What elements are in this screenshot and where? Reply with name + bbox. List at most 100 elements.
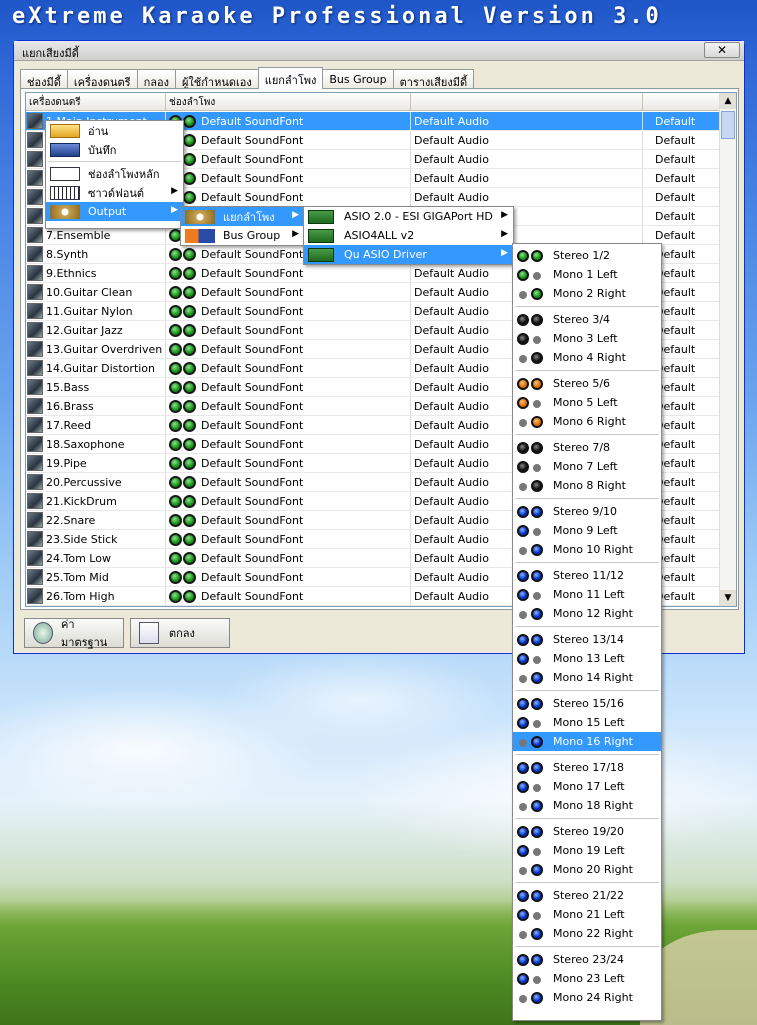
port-item[interactable]: Stereo 7/8 (513, 438, 661, 457)
menu-item-bus-group[interactable]: Bus Group ▶ (181, 226, 304, 245)
tab-6[interactable]: ตารางเสียงมีดี้ (392, 69, 475, 89)
header-speaker[interactable]: ช่องลำโพง (166, 93, 411, 110)
speaker-cell[interactable]: Default SoundFont (166, 511, 411, 529)
speaker-cell[interactable]: Default SoundFont (166, 112, 411, 130)
port-item[interactable]: Mono 20 Right (513, 860, 661, 879)
header-audio[interactable] (411, 93, 643, 110)
port-item[interactable]: Stereo 5/6 (513, 374, 661, 393)
speaker-cell[interactable]: Default SoundFont (166, 454, 411, 472)
port-item[interactable]: Mono 22 Right (513, 924, 661, 943)
speaker-cell[interactable]: Default SoundFont (166, 150, 411, 168)
header-instrument[interactable]: เครื่องดนตรี (26, 93, 166, 110)
audio-cell[interactable]: Default Audio (411, 150, 643, 168)
menu-item-split-speaker[interactable]: แยกลำโพง ▶ (181, 207, 304, 226)
header-output[interactable] (643, 93, 720, 110)
port-item[interactable]: Mono 6 Right (513, 412, 661, 431)
scroll-up-icon[interactable]: ▲ (720, 93, 736, 109)
port-item[interactable]: Mono 24 Right (513, 988, 661, 1007)
port-item[interactable]: Mono 2 Right (513, 284, 661, 303)
audio-cell[interactable]: Default Audio (411, 131, 643, 149)
speaker-cell[interactable]: Default SoundFont (166, 131, 411, 149)
port-item[interactable]: Mono 14 Right (513, 668, 661, 687)
menu-item-output[interactable]: Output ▶ (46, 202, 183, 221)
audio-cell[interactable]: Default Audio (411, 112, 643, 130)
tab-2[interactable]: กลอง (136, 69, 176, 89)
port-item[interactable]: Mono 11 Left (513, 585, 661, 604)
output-cell[interactable]: Default (643, 150, 720, 168)
speaker-cell[interactable]: Default SoundFont (166, 568, 411, 586)
speaker-cell[interactable]: Default SoundFont (166, 359, 411, 377)
port-item[interactable]: Mono 1 Left (513, 265, 661, 284)
audio-cell[interactable]: Default Audio (411, 169, 643, 187)
ok-button[interactable]: ตกลง (130, 618, 230, 648)
tab-5[interactable]: Bus Group (322, 69, 394, 89)
speaker-cell[interactable]: Default SoundFont (166, 283, 411, 301)
port-item[interactable]: Stereo 19/20 (513, 822, 661, 841)
speaker-cell[interactable]: Default SoundFont (166, 188, 411, 206)
speaker-cell[interactable]: Default SoundFont (166, 340, 411, 358)
output-cell[interactable]: Default (643, 112, 720, 130)
speaker-cell[interactable]: Default SoundFont (166, 264, 411, 282)
menu-item-qu-asio[interactable]: Qu ASIO Driver ▶ (304, 245, 513, 264)
speaker-cell[interactable]: Default SoundFont (166, 397, 411, 415)
scroll-thumb[interactable] (721, 111, 735, 139)
port-item[interactable]: Mono 3 Left (513, 329, 661, 348)
menu-item-esi-gigaport[interactable]: ASIO 2.0 - ESI GIGAPort HD ▶ (304, 207, 513, 226)
default-button[interactable]: ค่ามาตรฐาน (24, 618, 124, 649)
tab-1[interactable]: เครื่องดนตรี (66, 69, 138, 89)
tab-4[interactable]: แยกลำโพง (257, 67, 324, 89)
port-item[interactable]: Mono 23 Left (513, 969, 661, 988)
speaker-cell[interactable]: Default SoundFont (166, 587, 411, 605)
port-item[interactable]: Mono 5 Left (513, 393, 661, 412)
vertical-scrollbar[interactable]: ▲ ▼ (719, 93, 736, 606)
port-item[interactable]: Mono 4 Right (513, 348, 661, 367)
audio-cell[interactable]: Default Audio (411, 188, 643, 206)
port-item[interactable]: Stereo 3/4 (513, 310, 661, 329)
speaker-cell[interactable]: Default SoundFont (166, 378, 411, 396)
output-cell[interactable]: Default (643, 207, 720, 225)
port-item[interactable]: Mono 17 Left (513, 777, 661, 796)
port-item[interactable]: Stereo 15/16 (513, 694, 661, 713)
output-cell[interactable]: Default (643, 188, 720, 206)
output-cell[interactable]: Default (643, 169, 720, 187)
port-item[interactable]: Mono 7 Left (513, 457, 661, 476)
speaker-cell[interactable]: Default SoundFont (166, 549, 411, 567)
output-cell[interactable]: Default (643, 226, 720, 244)
port-item[interactable]: Stereo 21/22 (513, 886, 661, 905)
speaker-cell[interactable]: Default SoundFont (166, 530, 411, 548)
scroll-down-icon[interactable]: ▼ (720, 590, 736, 606)
port-item[interactable]: Mono 13 Left (513, 649, 661, 668)
port-item[interactable]: Mono 15 Left (513, 713, 661, 732)
menu-item-open[interactable]: อ่าน (46, 121, 183, 140)
speaker-cell[interactable]: Default SoundFont (166, 169, 411, 187)
speaker-cell[interactable]: Default SoundFont (166, 473, 411, 491)
port-item[interactable]: Mono 12 Right (513, 604, 661, 623)
port-item[interactable]: Mono 16 Right (513, 732, 661, 751)
speaker-cell[interactable]: Default SoundFont (166, 492, 411, 510)
tab-0[interactable]: ช่องมีดี้ (20, 69, 68, 89)
port-item[interactable]: Mono 8 Right (513, 476, 661, 495)
menu-item-asio4all[interactable]: ASIO4ALL v2 ▶ (304, 226, 513, 245)
port-item[interactable]: Mono 9 Left (513, 521, 661, 540)
speaker-cell[interactable]: Default SoundFont (166, 321, 411, 339)
port-item[interactable]: Mono 19 Left (513, 841, 661, 860)
port-item[interactable]: Stereo 13/14 (513, 630, 661, 649)
speaker-cell[interactable]: Default SoundFont (166, 302, 411, 320)
port-item[interactable]: Stereo 23/24 (513, 950, 661, 969)
speaker-cell[interactable]: Default SoundFont (166, 435, 411, 453)
menu-item-main-speaker[interactable]: ช่องลำโพงหลัก (46, 164, 183, 183)
window-titlebar[interactable]: แยกเสียงมีดี้ ✕ (14, 41, 744, 61)
port-item[interactable]: Stereo 1/2 (513, 246, 661, 265)
port-item[interactable]: Mono 18 Right (513, 796, 661, 815)
port-item[interactable]: Stereo 9/10 (513, 502, 661, 521)
speaker-cell[interactable]: Default SoundFont (166, 416, 411, 434)
menu-item-save[interactable]: บันทึก (46, 140, 183, 159)
output-cell[interactable]: Default (643, 131, 720, 149)
port-item[interactable]: Stereo 11/12 (513, 566, 661, 585)
menu-item-soundfont[interactable]: ซาวด์ฟอนต์ ▶ (46, 183, 183, 202)
port-item[interactable]: Stereo 17/18 (513, 758, 661, 777)
tab-3[interactable]: ผู้ใช้กำหนดเอง (174, 69, 259, 89)
close-button[interactable]: ✕ (704, 42, 740, 58)
port-item[interactable]: Mono 21 Left (513, 905, 661, 924)
port-item[interactable]: Mono 10 Right (513, 540, 661, 559)
